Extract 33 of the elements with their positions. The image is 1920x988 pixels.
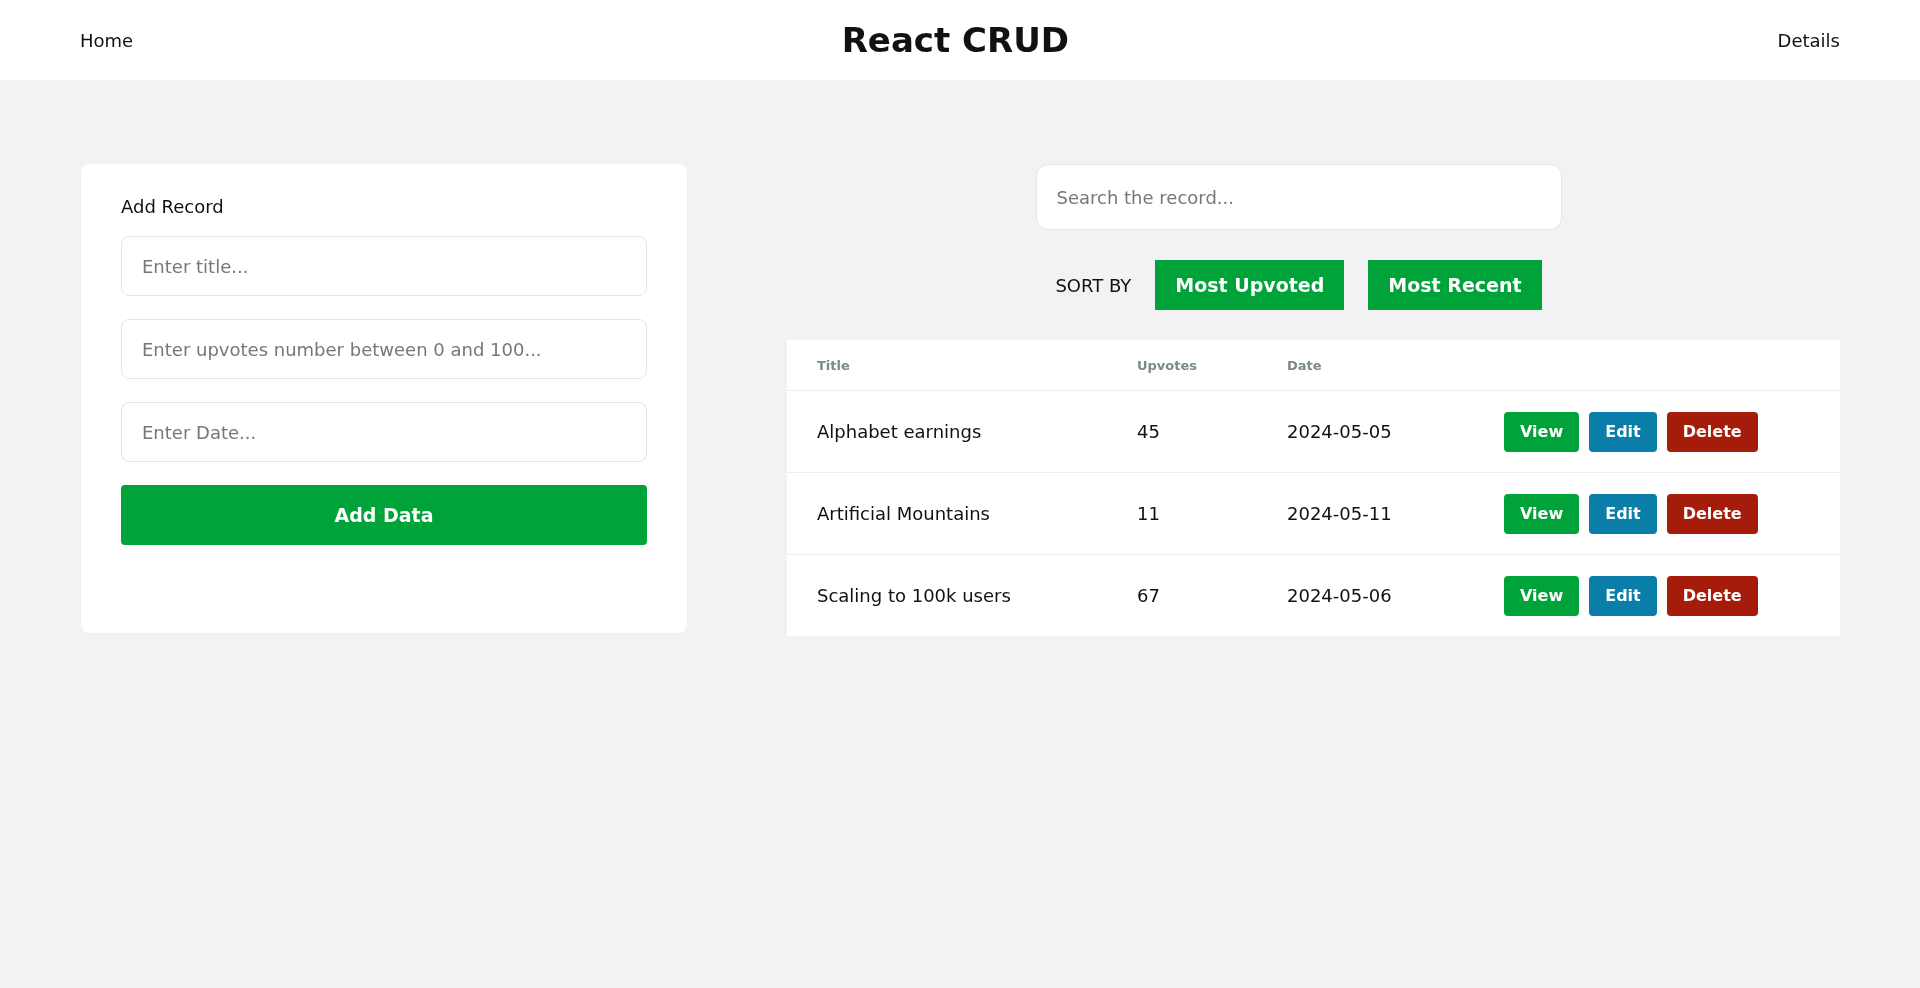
view-button[interactable]: View: [1504, 575, 1580, 616]
table-cell-text: 67: [1137, 585, 1161, 606]
table-cell-text: 2024-05-11: [1287, 503, 1393, 524]
table-cell-text: 2024-05-05: [1287, 421, 1393, 442]
sort-button[interactable]: Most Recent: [1368, 260, 1542, 310]
table-cell-text: Artificial Mountains: [817, 503, 991, 524]
app-title: React CRUD: [841, 20, 1070, 60]
view-button[interactable]: View: [1504, 493, 1580, 534]
column-header: Title: [817, 357, 851, 373]
input-field[interactable]: Enter title...: [121, 236, 647, 296]
sort-button[interactable]: Most Upvoted: [1155, 260, 1345, 310]
delete-button[interactable]: Delete: [1666, 411, 1758, 452]
edit-button[interactable]: Edit: [1589, 411, 1657, 452]
delete-button[interactable]: Delete: [1666, 493, 1758, 534]
input-field[interactable]: Enter Date...: [121, 402, 647, 462]
table-cell-text: Alphabet earnings: [817, 421, 983, 442]
column-header: Upvotes: [1137, 357, 1199, 373]
input-field[interactable]: Enter upvotes number between 0 and 100...: [121, 319, 647, 379]
view-button[interactable]: View: [1504, 411, 1580, 452]
search-field[interactable]: Search the record...: [1035, 164, 1562, 230]
table-cell-text: Scaling to 100k users: [817, 585, 1012, 606]
table-cell-text: 2024-05-06: [1287, 585, 1393, 606]
edit-button[interactable]: Edit: [1589, 493, 1657, 534]
form-heading: Add Record: [121, 196, 225, 217]
add-data-button[interactable]: Add Data: [121, 485, 647, 545]
delete-button[interactable]: Delete: [1666, 575, 1758, 616]
table-cell-text: 11: [1137, 503, 1161, 524]
details-link[interactable]: Details: [1777, 29, 1840, 51]
sort-label: SORT BY: [1055, 274, 1132, 296]
column-header: Date: [1287, 357, 1323, 373]
table-cell-text: 45: [1137, 421, 1161, 442]
home-link[interactable]: Home: [80, 29, 134, 51]
edit-button[interactable]: Edit: [1589, 575, 1657, 616]
